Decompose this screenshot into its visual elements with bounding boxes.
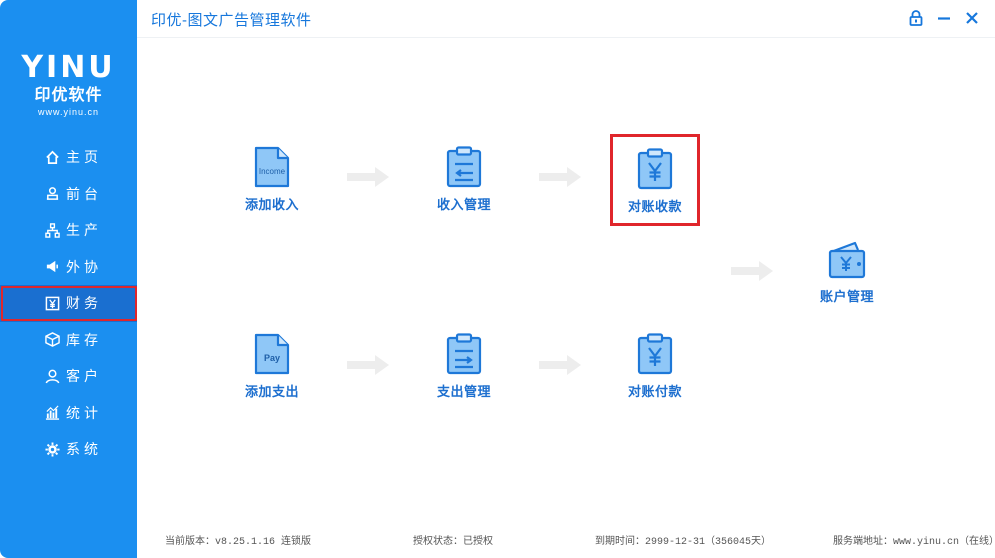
flow-arrow-icon <box>347 167 389 187</box>
logo-name: 印优软件 <box>34 87 103 104</box>
logo-url: www.yinu.cn <box>37 107 100 117</box>
sidebar-nav: 主页 前台 生产 外协 财务 库存 客户 统计 系统 <box>0 139 137 468</box>
user-desk-icon <box>44 186 60 202</box>
sidebar-item-customers[interactable]: 客户 <box>0 358 137 395</box>
yen-icon <box>44 295 60 311</box>
expense-management-button[interactable]: 支出管理 <box>409 333 519 423</box>
sidebar-item-inventory[interactable]: 库存 <box>0 322 137 359</box>
sidebar-item-label: 外协 <box>66 258 102 275</box>
expense-management-label: 支出管理 <box>436 384 491 399</box>
lock-button[interactable] <box>907 8 925 28</box>
sidebar-item-label: 统计 <box>66 404 102 421</box>
app-title: 印优-图文广告管理软件 <box>151 12 312 29</box>
reconcile-receipt-button[interactable]: 对账收款 <box>610 134 700 226</box>
status-bar: 当前版本：v8.25.1.16 连锁版 授权状态：已授权 到期时间：2999-1… <box>137 528 995 548</box>
add-expense-button[interactable]: Pay 添加支出 <box>217 333 327 423</box>
title-bar: 印优-图文广告管理软件 <box>137 0 995 38</box>
sidebar-item-label: 库存 <box>66 331 102 348</box>
clipboard-arrow-left-icon <box>446 146 482 188</box>
account-management-button[interactable]: 账户管理 <box>792 240 902 330</box>
income-document-icon: Income <box>254 146 290 188</box>
window-controls <box>907 8 981 28</box>
close-icon <box>966 12 978 24</box>
account-management-label: 账户管理 <box>819 289 874 304</box>
box-icon <box>44 332 60 348</box>
sidebar-item-production[interactable]: 生产 <box>0 212 137 249</box>
person-icon <box>44 368 60 384</box>
clipboard-arrow-right-icon <box>446 333 482 375</box>
sidebar-item-front-desk[interactable]: 前台 <box>0 176 137 213</box>
flow-arrow-icon <box>539 167 581 187</box>
sidebar-item-outsourcing[interactable]: 外协 <box>0 249 137 286</box>
clipboard-yen-icon <box>637 148 673 190</box>
sidebar-item-label: 主页 <box>66 149 102 166</box>
hierarchy-icon <box>44 222 60 238</box>
chart-icon <box>44 405 60 421</box>
home-icon <box>44 149 60 165</box>
logo-mark: YINU <box>21 50 116 85</box>
sidebar-item-label: 客户 <box>66 368 102 385</box>
sidebar-item-label: 生产 <box>66 222 102 239</box>
income-doc-text: Income <box>259 167 286 176</box>
pay-document-icon: Pay <box>254 333 290 375</box>
income-management-label: 收入管理 <box>436 197 491 212</box>
server-address-text: 服务端地址：www.yinu.cn（在线） <box>833 537 995 548</box>
wallet-icon <box>828 241 866 279</box>
reconcile-receipt-label: 对账收款 <box>627 199 682 214</box>
income-management-button[interactable]: 收入管理 <box>409 146 519 236</box>
version-text: 当前版本：v8.25.1.16 连锁版 <box>165 537 312 548</box>
clipboard-yen-icon <box>637 333 673 375</box>
sidebar-item-label: 财务 <box>66 295 102 312</box>
sidebar-item-finance[interactable]: 财务 <box>0 285 137 322</box>
logo: YINU 印优软件 www.yinu.cn <box>0 52 137 118</box>
close-button[interactable] <box>963 8 981 28</box>
reconcile-payment-button[interactable]: 对账付款 <box>600 333 710 423</box>
minimize-icon <box>938 17 950 20</box>
flow-arrow-icon <box>347 355 389 375</box>
license-status-text: 授权状态：已授权 <box>413 537 493 548</box>
add-income-button[interactable]: Income 添加收入 <box>217 146 327 236</box>
expiry-text: 到期时间：2999-12-31（356045天） <box>595 537 772 548</box>
flow-arrow-icon <box>539 355 581 375</box>
sidebar-item-statistics[interactable]: 统计 <box>0 395 137 432</box>
finance-flow-panel: Income 添加收入 收入管理 对账收款 账户管理 Pay 添加支出 支出管理… <box>137 38 995 518</box>
lock-icon <box>909 10 923 26</box>
sidebar-item-system[interactable]: 系统 <box>0 431 137 468</box>
pay-doc-text: Pay <box>264 353 280 363</box>
sidebar-item-label: 前台 <box>66 185 102 202</box>
sidebar-item-home[interactable]: 主页 <box>0 139 137 176</box>
sidebar-item-label: 系统 <box>66 441 102 458</box>
minimize-button[interactable] <box>935 8 953 28</box>
flow-arrow-icon <box>731 261 773 281</box>
gear-icon <box>44 441 60 457</box>
sidebar: YINU 印优软件 www.yinu.cn 主页 前台 生产 外协 财务 库存 … <box>0 0 137 558</box>
megaphone-icon <box>44 259 60 275</box>
add-income-label: 添加收入 <box>244 197 299 212</box>
add-expense-label: 添加支出 <box>244 384 299 399</box>
reconcile-payment-label: 对账付款 <box>627 384 682 399</box>
